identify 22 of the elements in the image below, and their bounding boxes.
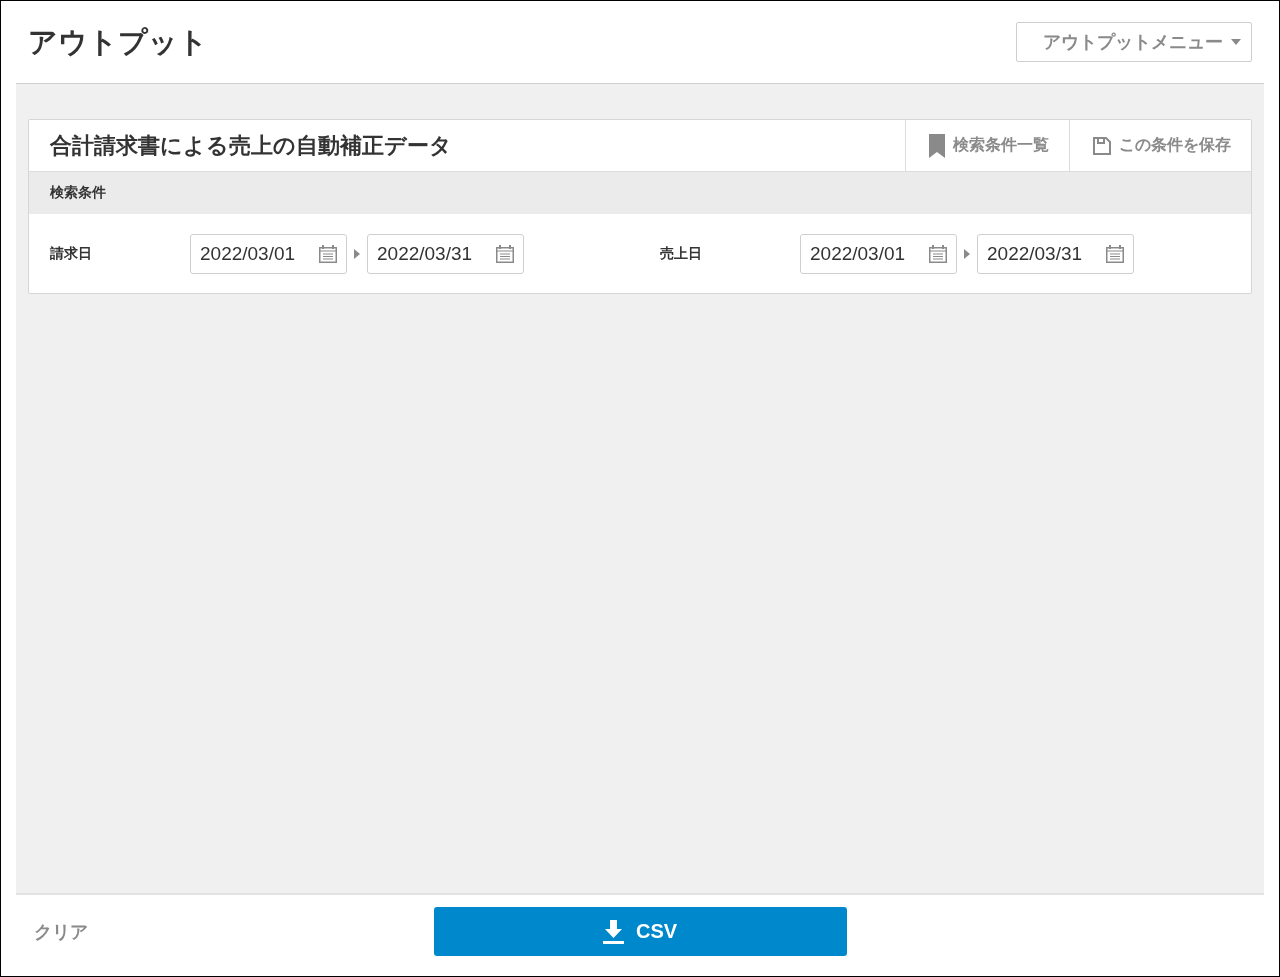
page-title: アウトプット [28, 24, 208, 60]
caret-icon [354, 248, 360, 259]
panel-title: 合計請求書による売上の自動補正データ [49, 131, 453, 160]
date-field[interactable]: 2022/03/01 [190, 233, 347, 274]
download-icon [602, 919, 624, 944]
filter-label: 請求日 [50, 244, 93, 263]
calendar-icon [496, 244, 514, 263]
csv-download-button[interactable]: CSV [433, 907, 847, 956]
save-conditions-button[interactable]: この条件を保存 [1069, 120, 1251, 171]
caret-icon [1231, 39, 1241, 45]
caret-icon [964, 248, 970, 259]
bookmark-icon [929, 133, 945, 158]
section-title: 検索条件 [50, 184, 106, 202]
calendar-icon [929, 244, 947, 263]
filter-label: 売上日 [660, 244, 703, 263]
calendar-icon [319, 244, 337, 263]
date-field[interactable]: 2022/03/31 [367, 233, 524, 274]
date-field[interactable]: 2022/03/01 [800, 233, 957, 274]
date-field[interactable]: 2022/03/31 [977, 233, 1134, 274]
clear-button[interactable]: クリア [34, 919, 88, 944]
output-menu-button[interactable]: アウトプットメニュー [1016, 22, 1252, 62]
calendar-icon [1106, 244, 1124, 263]
